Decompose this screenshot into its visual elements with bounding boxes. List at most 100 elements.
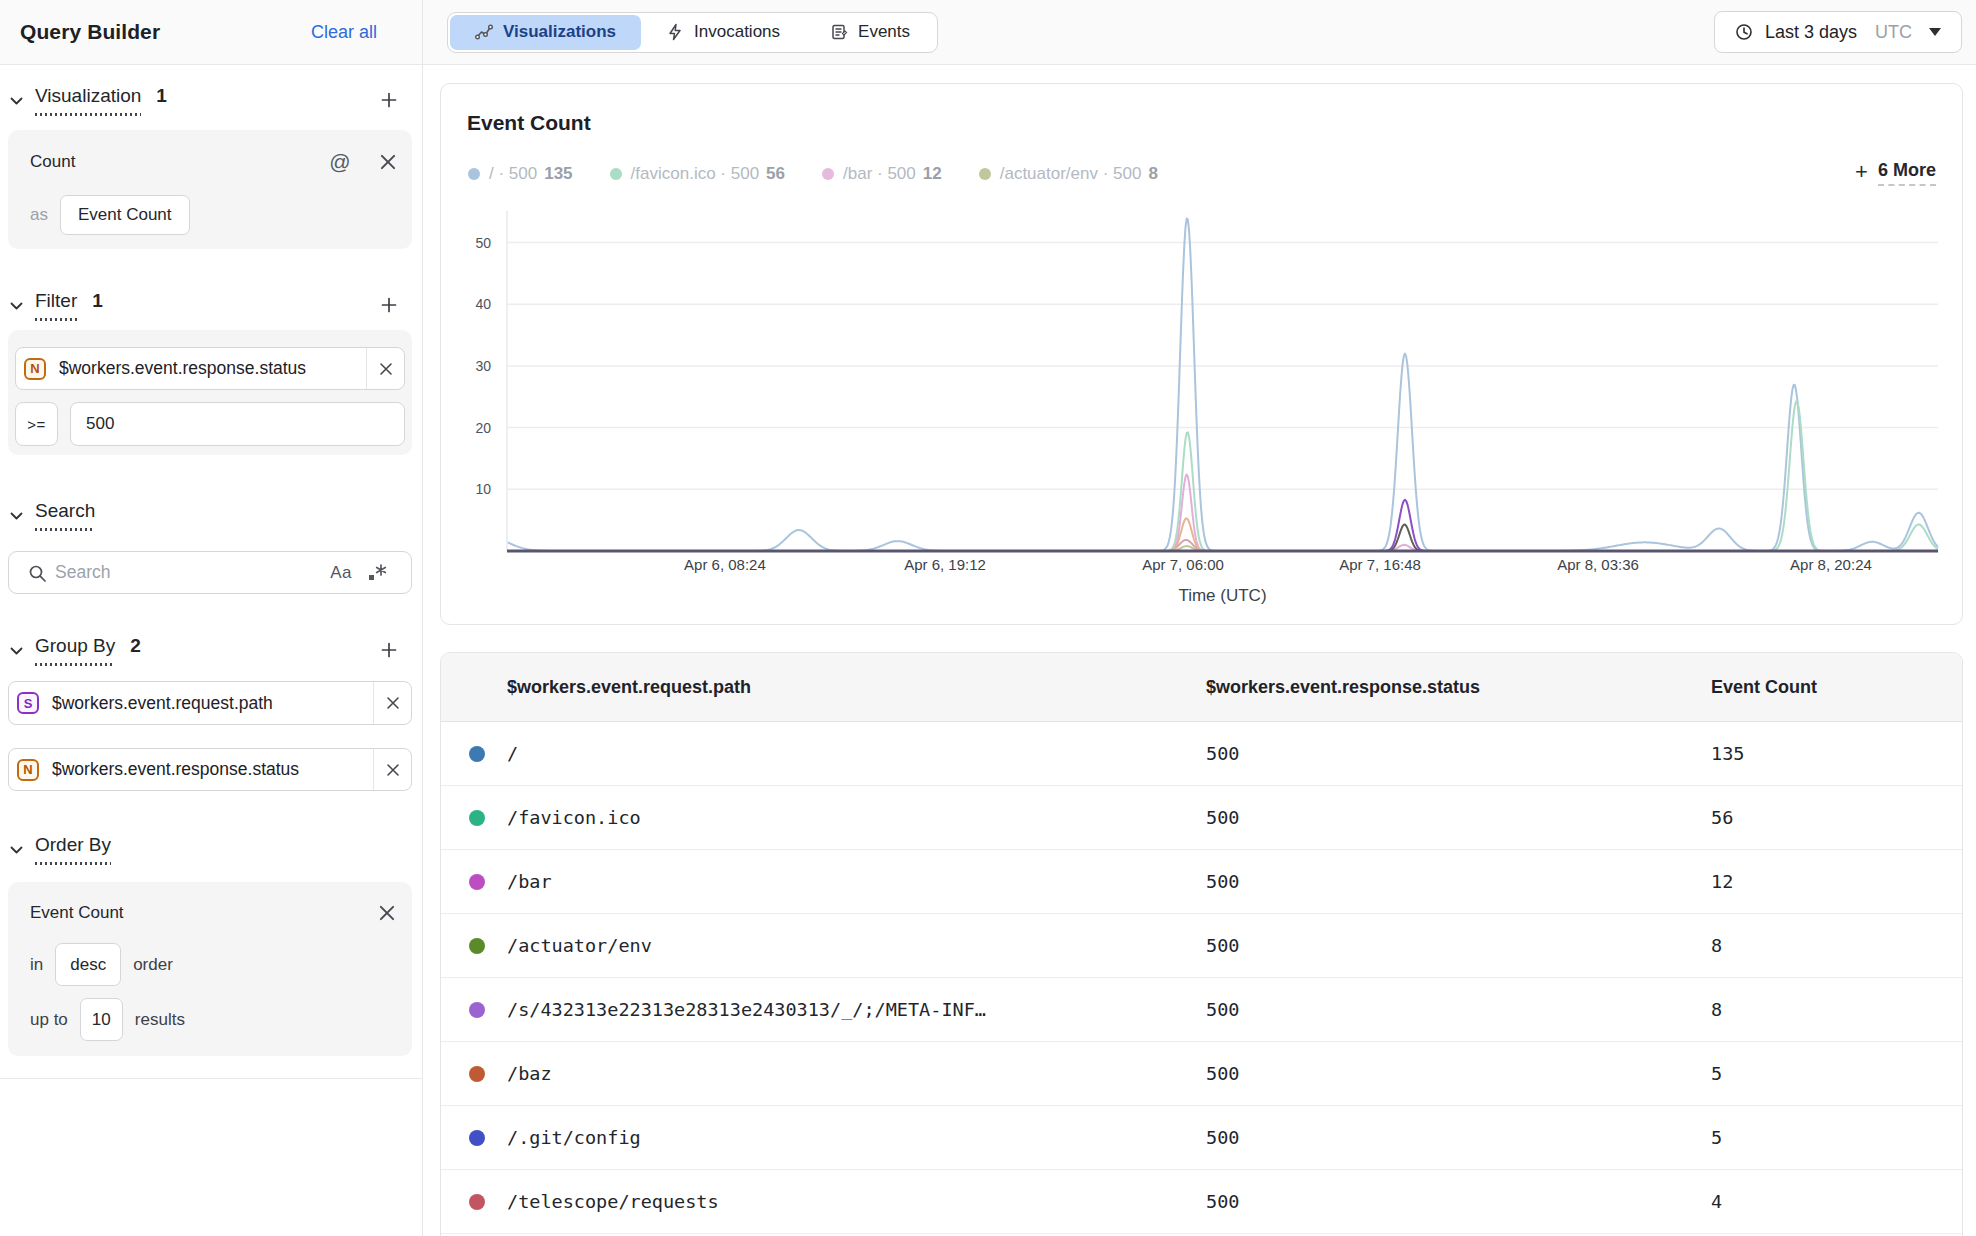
legend-label: /bar · 500 bbox=[843, 164, 916, 184]
legend-label: /favicon.ico · 500 bbox=[631, 164, 760, 184]
cell-path: / bbox=[441, 743, 1206, 764]
column-header-count[interactable]: Event Count bbox=[1711, 677, 1962, 698]
filter-section-title[interactable]: Filter bbox=[35, 290, 77, 321]
cell-path: /bar bbox=[441, 871, 1206, 892]
visualization-section-header: Visualization 1 bbox=[8, 86, 412, 114]
search-box: Aa bbox=[8, 551, 412, 594]
table-row[interactable]: / 500 135 bbox=[441, 722, 1962, 786]
visualization-function[interactable]: Count bbox=[30, 152, 75, 172]
order-direction-select[interactable]: desc bbox=[55, 943, 121, 986]
x-tick-label: Apr 6, 19:12 bbox=[904, 556, 986, 573]
visualization-count: 1 bbox=[156, 85, 167, 107]
in-label: in bbox=[30, 955, 43, 975]
chevron-down-icon[interactable] bbox=[8, 507, 25, 524]
column-header-status[interactable]: $workers.event.response.status bbox=[1206, 677, 1711, 698]
remove-filter-button[interactable] bbox=[366, 348, 404, 389]
plus-icon: + bbox=[1855, 161, 1868, 183]
group-by-field-name: $workers.event.response.status bbox=[52, 759, 373, 780]
order-direction-row: in desc order bbox=[30, 943, 398, 986]
group-by-field[interactable]: S $workers.event.request.path bbox=[8, 681, 412, 725]
regex-icon[interactable] bbox=[368, 563, 387, 582]
cell-path: /baz bbox=[441, 1063, 1206, 1084]
legend-item[interactable]: /actuator/env · 500 8 bbox=[979, 164, 1158, 184]
clear-all-link[interactable]: Clear all bbox=[311, 22, 377, 43]
line-chart[interactable]: 1020304050Apr 6, 08:24Apr 6, 19:12Apr 7,… bbox=[441, 191, 1962, 621]
legend-count: 135 bbox=[544, 164, 572, 184]
path-value: /baz bbox=[507, 1063, 552, 1084]
table-row[interactable]: /.git/config 500 5 bbox=[441, 1106, 1962, 1170]
table-row[interactable]: /telescope/requests 500 4 bbox=[441, 1170, 1962, 1234]
series-line bbox=[507, 500, 1938, 551]
tab-label: Events bbox=[858, 22, 910, 42]
order-by-section-title[interactable]: Order By bbox=[35, 834, 111, 865]
x-tick-label: Apr 8, 03:36 bbox=[1557, 556, 1639, 573]
close-icon bbox=[384, 761, 402, 779]
at-icon[interactable]: @ bbox=[329, 150, 351, 174]
y-tick-label: 50 bbox=[475, 235, 491, 251]
remove-group-by-button[interactable] bbox=[373, 682, 411, 724]
tab-events[interactable]: Events bbox=[805, 15, 935, 50]
remove-visualization-icon[interactable] bbox=[377, 151, 399, 173]
order-limit-input[interactable]: 10 bbox=[80, 998, 123, 1041]
sidebar-divider bbox=[0, 1078, 422, 1079]
legend-item[interactable]: / · 500 135 bbox=[468, 164, 573, 184]
cell-path: /favicon.ico bbox=[441, 807, 1206, 828]
remove-order-by-icon[interactable] bbox=[376, 902, 398, 924]
cell-status: 500 bbox=[1206, 807, 1711, 828]
visualization-card-row: Count @ bbox=[30, 147, 399, 177]
table-row[interactable]: /baz 500 5 bbox=[441, 1042, 1962, 1106]
legend-more-button[interactable]: + 6 More bbox=[1855, 160, 1936, 186]
tab-visualizations[interactable]: Visualizations bbox=[450, 15, 641, 50]
cell-status: 500 bbox=[1206, 871, 1711, 892]
path-value: /telescope/requests bbox=[507, 1191, 719, 1212]
close-icon bbox=[377, 360, 395, 378]
results-table-card: $workers.event.request.path $workers.eve… bbox=[440, 652, 1963, 1236]
cell-status: 500 bbox=[1206, 1191, 1711, 1212]
tab-label: Invocations bbox=[694, 22, 780, 42]
legend-count: 12 bbox=[923, 164, 942, 184]
caret-down-icon bbox=[1929, 28, 1941, 36]
visualization-section-title[interactable]: Visualization bbox=[35, 85, 141, 116]
filter-operator-select[interactable]: >= bbox=[15, 402, 58, 446]
column-header-path[interactable]: $workers.event.request.path bbox=[441, 677, 1206, 698]
table-row[interactable]: /s/432313e22313e28313e2430313/_/;/META-I… bbox=[441, 978, 1962, 1042]
filter-value-input[interactable]: 500 bbox=[70, 402, 405, 446]
tab-invocations[interactable]: Invocations bbox=[641, 15, 805, 50]
chevron-down-icon[interactable] bbox=[8, 841, 25, 858]
table-row[interactable]: /actuator/env 500 8 bbox=[441, 914, 1962, 978]
cell-count: 12 bbox=[1711, 871, 1962, 892]
add-group-by-button[interactable] bbox=[380, 641, 398, 659]
x-axis-title: Time (UTC) bbox=[1178, 586, 1266, 605]
cell-status: 500 bbox=[1206, 999, 1711, 1020]
group-by-section-title[interactable]: Group By bbox=[35, 635, 115, 666]
chevron-down-icon[interactable] bbox=[8, 642, 25, 659]
add-filter-button[interactable] bbox=[380, 296, 398, 314]
x-tick-label: Apr 7, 06:00 bbox=[1142, 556, 1224, 573]
table-row[interactable]: /bar 500 12 bbox=[441, 850, 1962, 914]
group-by-field[interactable]: N $workers.event.response.status bbox=[8, 748, 412, 791]
chart-card: Event Count / · 500 135 /favicon.ico · 5… bbox=[440, 83, 1963, 625]
cell-count: 8 bbox=[1711, 935, 1962, 956]
up-to-label: up to bbox=[30, 1010, 68, 1030]
series-line bbox=[507, 218, 1938, 551]
filter-field[interactable]: N $workers.event.response.status bbox=[15, 347, 405, 390]
series-color-dot bbox=[469, 810, 485, 826]
path-value: /.git/config bbox=[507, 1127, 641, 1148]
legend-item[interactable]: /favicon.ico · 500 56 bbox=[610, 164, 785, 184]
order-limit-row: up to 10 results bbox=[30, 998, 398, 1041]
legend-item[interactable]: /bar · 500 12 bbox=[822, 164, 942, 184]
remove-group-by-button[interactable] bbox=[373, 749, 411, 790]
match-case-icon[interactable]: Aa bbox=[330, 563, 352, 583]
lightning-icon bbox=[666, 23, 684, 41]
main-body: Event Count / · 500 135 /favicon.ico · 5… bbox=[423, 65, 1976, 1236]
chevron-down-icon[interactable] bbox=[8, 92, 25, 109]
series-line bbox=[507, 525, 1938, 551]
search-input[interactable] bbox=[55, 562, 330, 583]
chevron-down-icon[interactable] bbox=[8, 297, 25, 314]
time-range-button[interactable]: Last 3 days UTC bbox=[1714, 11, 1962, 53]
search-section-title[interactable]: Search bbox=[35, 500, 95, 531]
cell-status: 500 bbox=[1206, 1063, 1711, 1084]
visualization-alias-input[interactable]: Event Count bbox=[60, 195, 190, 235]
table-row[interactable]: /favicon.ico 500 56 bbox=[441, 786, 1962, 850]
add-visualization-button[interactable] bbox=[380, 91, 398, 109]
